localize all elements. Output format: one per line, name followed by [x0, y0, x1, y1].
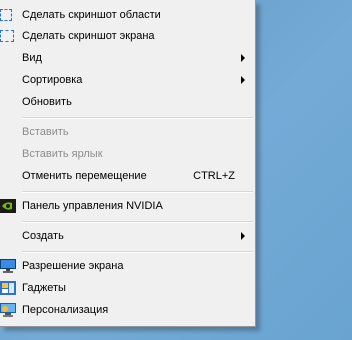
- gadgets-icon: [0, 281, 16, 295]
- menu-separator: [22, 117, 253, 119]
- personalization-icon: [0, 303, 16, 317]
- menu-separator: [22, 221, 253, 223]
- menu-item-label: Гаджеты: [22, 282, 66, 294]
- menu-item-label: Панель управления NVIDIA: [22, 200, 163, 212]
- menu-item-label: Вставить ярлык: [22, 148, 103, 160]
- dashed-select-screen-icon: [0, 30, 14, 42]
- menu-item-screen-resolution[interactable]: Разрешение экрана: [0, 255, 255, 277]
- menu-item-paste-shortcut: Вставить ярлык: [0, 143, 255, 165]
- menu-item-refresh[interactable]: Обновить: [0, 91, 255, 113]
- menu-item-personalization[interactable]: Персонализация: [0, 299, 255, 321]
- desktop-context-menu: Сделать скриншот области Сделать скриншо…: [0, 0, 256, 327]
- menu-item-label: Вставить: [22, 126, 69, 138]
- menu-item-paste: Вставить: [0, 121, 255, 143]
- menu-item-view[interactable]: Вид: [0, 47, 255, 69]
- menu-item-label: Разрешение экрана: [22, 260, 124, 272]
- menu-item-label: Сделать скриншот области: [22, 9, 161, 21]
- menu-item-label: Обновить: [22, 96, 72, 108]
- menu-item-screenshot-screen[interactable]: Сделать скриншот экрана: [0, 25, 255, 47]
- menu-item-nvidia[interactable]: Панель управления NVIDIA: [0, 195, 255, 217]
- nvidia-icon: [0, 199, 16, 213]
- submenu-arrow-icon: [241, 54, 245, 62]
- menu-item-label: Создать: [22, 230, 64, 242]
- menu-item-shortcut: CTRL+Z: [193, 170, 235, 182]
- menu-separator: [22, 191, 253, 193]
- menu-item-gadgets[interactable]: Гаджеты: [0, 277, 255, 299]
- menu-item-create[interactable]: Создать: [0, 225, 255, 247]
- menu-item-label: Отменить перемещение: [22, 170, 147, 182]
- dashed-select-area-icon: [0, 9, 12, 21]
- menu-item-sort[interactable]: Сортировка: [0, 69, 255, 91]
- menu-item-label: Сделать скриншот экрана: [22, 30, 155, 42]
- submenu-arrow-icon: [241, 76, 245, 84]
- submenu-arrow-icon: [241, 232, 245, 240]
- menu-item-undo-move[interactable]: Отменить перемещение CTRL+Z: [0, 165, 255, 187]
- menu-item-screenshot-area[interactable]: Сделать скриншот области: [0, 4, 255, 26]
- menu-separator: [22, 251, 253, 253]
- monitor-icon: [0, 259, 16, 273]
- menu-item-label: Вид: [22, 52, 42, 64]
- menu-item-label: Сортировка: [22, 74, 83, 86]
- menu-item-label: Персонализация: [22, 304, 109, 316]
